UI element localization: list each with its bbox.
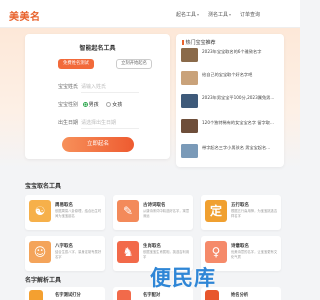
nav-item-test-tools[interactable]: 测名工具▾ — [208, 11, 231, 18]
nav-item-naming-tools[interactable]: 起名工具▾ — [176, 11, 199, 18]
naming-form-card: 智能起名工具 免费姓名测试 立刻开始起名 宝宝姓氏 请输入姓氏 宝宝性别 男孩 女… — [25, 34, 170, 159]
tab-start-naming[interactable]: 立刻开始起名 — [116, 59, 152, 69]
title-accent-bar — [182, 39, 184, 45]
gender-option-boy[interactable]: 男孩 — [82, 102, 99, 108]
divider — [81, 128, 139, 129]
post-item[interactable]: 给自己的宝宝取个好名字吧 — [181, 71, 281, 90]
pair-icon — [117, 290, 131, 300]
divider — [81, 92, 139, 93]
post-thumbnail — [181, 144, 198, 158]
gender-option-girl[interactable]: 女孩 — [106, 102, 122, 108]
taiji-icon: ☯ — [29, 200, 51, 222]
gender-label: 宝宝性别 — [58, 102, 79, 108]
tab-free-test[interactable]: 免费姓名测试 — [58, 59, 94, 69]
form-title: 智能起名工具 — [79, 45, 116, 52]
child-icon: ☺ — [29, 241, 51, 263]
birth-label: 出生日期 — [58, 120, 79, 126]
submit-naming-button[interactable]: 立即起名 — [62, 137, 134, 152]
tool-card-zhouyi[interactable]: ☯ 周易取名 依据周易八卦原理，结合出生时间为宝宝起名 — [25, 195, 105, 230]
zodiac-icon: ♞ — [117, 241, 139, 263]
post-thumbnail — [181, 94, 198, 108]
gender-row: 宝宝性别 男孩 女孩 — [58, 101, 122, 108]
tool-card-wuxing[interactable]: 定 五行取名 根据五行喜用神，为宝宝挑选吉祥名字 — [201, 195, 281, 230]
tool-card-poetry[interactable]: ✎ 古诗词取名 从唐诗宋词中精选好名字，寓意深远 — [113, 195, 193, 230]
analyze-item-score[interactable]: 名字测试打分 — [25, 287, 105, 300]
surname-input[interactable]: 请输入姓氏 — [81, 84, 106, 90]
ding-icon: 定 — [205, 200, 227, 222]
birth-row: 出生日期 请选择出生日期 — [58, 119, 116, 126]
post-thumbnail — [181, 48, 198, 62]
sidebar-title: 热门宝宝推荐 — [182, 39, 216, 46]
hot-posts-card: 热门宝宝推荐 2023年宝宝取名的6个雅致名字 给自己的宝宝取个好名字吧 202… — [176, 34, 284, 167]
surname-row: 宝宝姓氏 请输入姓氏 — [58, 83, 106, 90]
chevron-down-icon: ▾ — [197, 12, 200, 17]
site-logo[interactable]: 美美名 — [9, 8, 41, 23]
post-item[interactable]: 2023年宝宝取名的6个雅致名字 — [181, 48, 281, 67]
radio-unchecked-icon — [106, 102, 112, 107]
radio-checked-icon — [82, 102, 88, 107]
birth-date-input[interactable]: 请选择出生日期 — [81, 120, 116, 126]
tools-section-title: 宝宝取名工具 — [25, 183, 62, 190]
analyze-section-title: 名字解析工具 — [25, 277, 62, 284]
post-thumbnail — [181, 71, 198, 85]
post-item[interactable]: 2023年男宝宝平100分,2023属兔男... — [181, 94, 281, 113]
scroll-icon: ✎ — [117, 200, 139, 222]
top-nav-bar: 美美名 起名工具▾ 测名工具▾ 订单查询 — [0, 0, 300, 28]
post-item[interactable]: 带字起名三字小男孩名 男宝宝起名... — [181, 144, 281, 163]
surname-label: 宝宝姓氏 — [58, 84, 79, 90]
nav-item-order-query[interactable]: 订单查询 — [240, 11, 260, 18]
post-item[interactable]: 120个独特稀有的女宝宝名字 留字取... — [181, 119, 281, 138]
post-thumbnail — [181, 119, 198, 133]
tool-card-bazi[interactable]: ☺ 八字取名 结合生辰八字，量身定制专属好名字 — [25, 236, 105, 271]
score-icon — [29, 290, 43, 300]
chevron-down-icon: ▾ — [229, 12, 232, 17]
lady-icon: ♀ — [205, 241, 227, 263]
watermark-text: 便民库 — [150, 266, 216, 290]
